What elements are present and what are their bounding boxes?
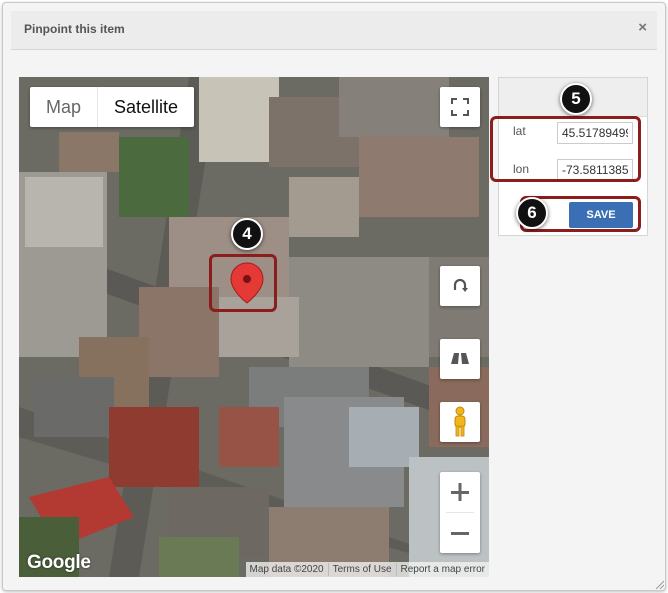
terms-of-use-link[interactable]: Terms of Use	[327, 563, 396, 576]
zoom-in-icon	[451, 483, 469, 501]
fullscreen-icon	[451, 98, 469, 116]
callout-4: 4	[231, 218, 263, 250]
close-icon[interactable]: ×	[638, 20, 647, 36]
marker-highlight	[209, 254, 277, 312]
tilt-button[interactable]	[440, 339, 480, 379]
rotate-icon	[453, 278, 468, 292]
callout-6: 6	[516, 197, 548, 229]
rotate-button[interactable]	[440, 266, 480, 306]
map-view[interactable]: Map Satellite Google Map data ©2020 Term…	[19, 77, 489, 577]
map-type-toggle: Map Satellite	[30, 87, 195, 127]
zoom-control	[440, 472, 480, 553]
map-type-map[interactable]: Map	[30, 87, 97, 127]
map-attribution: Map data ©2020 Terms of Use Report a map…	[245, 562, 489, 577]
zoom-out-button[interactable]	[440, 513, 480, 553]
callout-5: 5	[560, 83, 592, 115]
fullscreen-button[interactable]	[440, 87, 480, 127]
zoom-in-button[interactable]	[440, 472, 480, 512]
google-logo: Google	[27, 552, 91, 573]
dialog-title: Pinpoint this item	[24, 22, 125, 36]
satellite-imagery	[19, 77, 489, 577]
tilt-icon	[451, 353, 469, 364]
coordinates-highlight	[490, 116, 641, 182]
pegman-icon	[454, 406, 466, 437]
map-data-text: Map data ©2020	[249, 564, 324, 575]
dialog-header: Pinpoint this item ×	[11, 11, 657, 50]
street-view-button[interactable]	[440, 402, 480, 442]
resize-handle-icon[interactable]	[654, 579, 664, 589]
zoom-out-icon	[451, 532, 469, 535]
report-error-link[interactable]: Report a map error	[395, 563, 489, 576]
map-type-satellite[interactable]: Satellite	[97, 87, 194, 127]
